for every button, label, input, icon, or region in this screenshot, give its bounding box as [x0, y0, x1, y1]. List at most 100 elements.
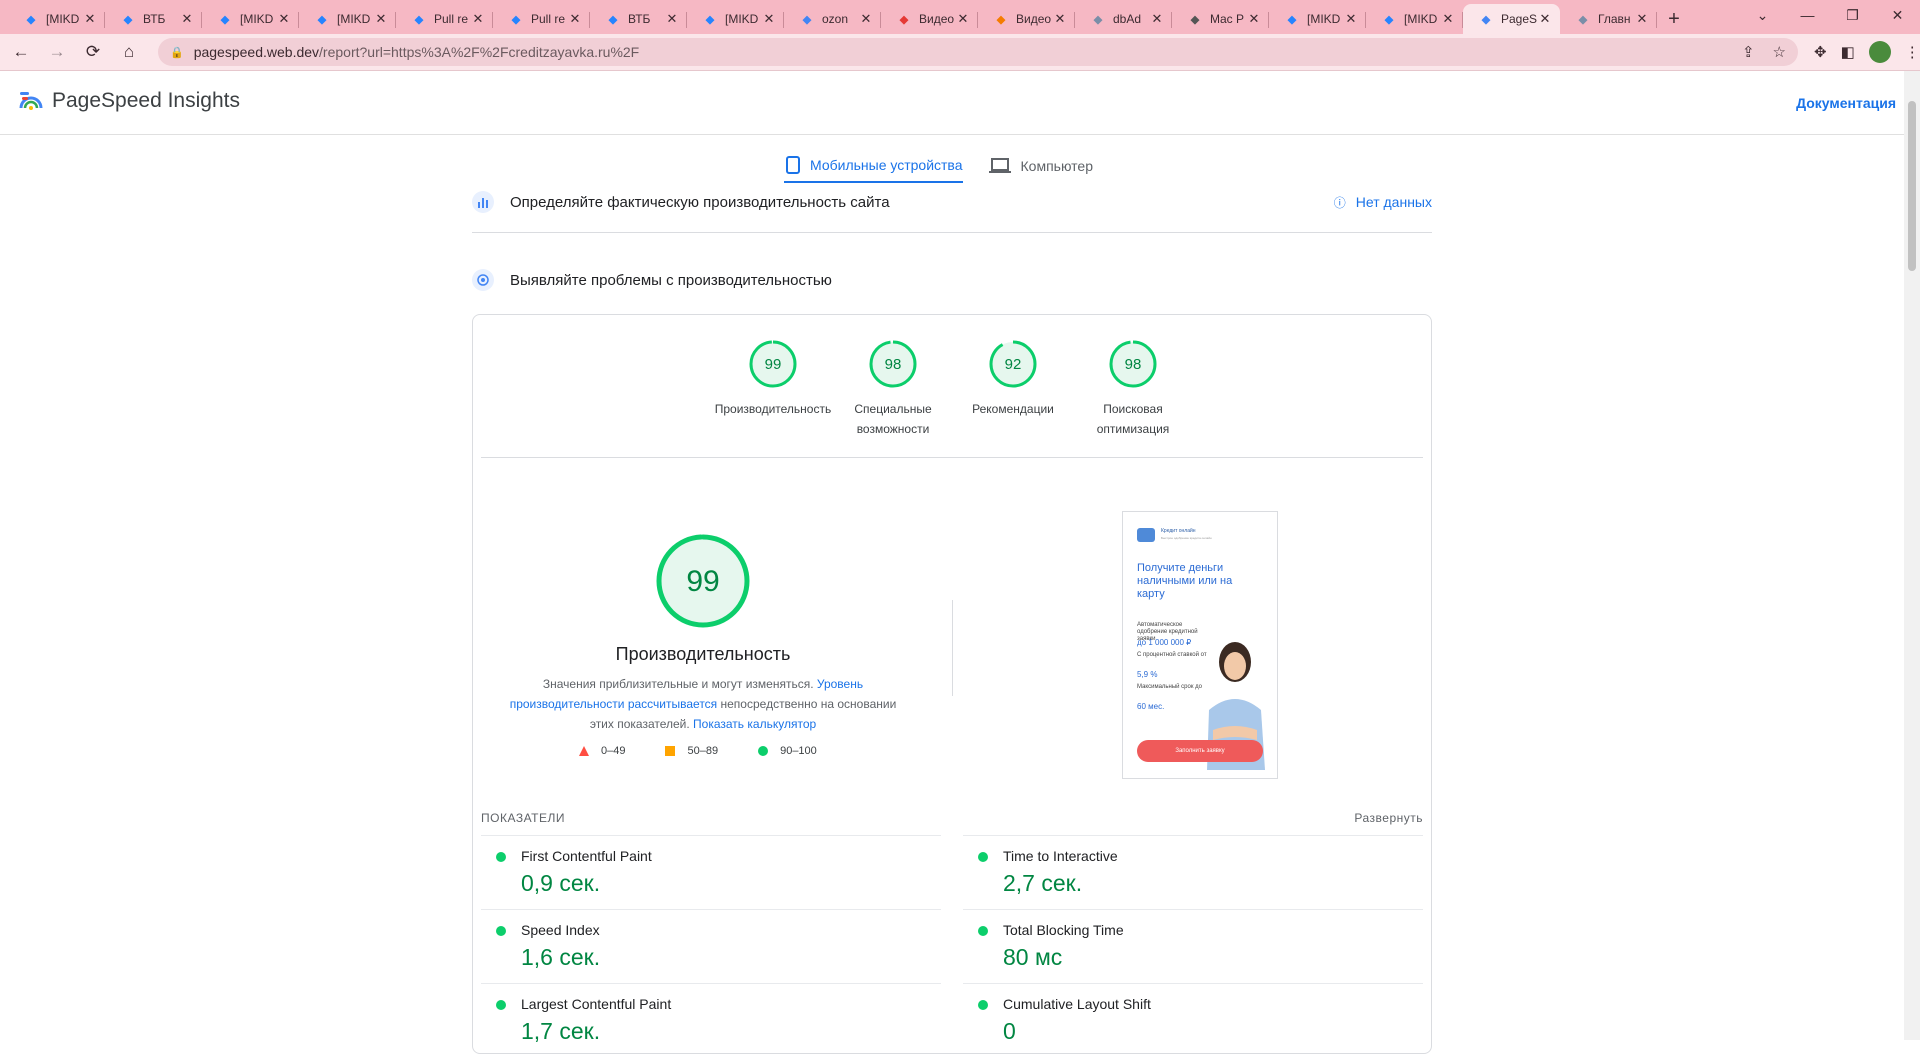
performance-title: Производительность — [615, 644, 791, 664]
tab-close-icon[interactable]: ✕ — [374, 11, 388, 27]
tab-close-icon[interactable]: ✕ — [859, 11, 873, 27]
url-path: /report?url=https%3A%2F%2Fcreditzayavka.… — [319, 44, 640, 60]
tab-mobile[interactable]: Мобильные устройства — [784, 149, 963, 183]
brand-title[interactable]: PageSpeed Insights — [52, 89, 240, 113]
scrollbar[interactable] — [1904, 71, 1920, 1040]
google-icon: ◆ — [802, 13, 812, 26]
home-button[interactable]: ⌂ — [114, 37, 144, 67]
browser-tab[interactable]: ◆ dbAd ✕ — [1075, 4, 1172, 34]
metric-row: Time to Interactive 2,7 сек. — [963, 835, 1423, 909]
tab-close-icon[interactable]: ✕ — [1247, 11, 1261, 27]
menu-kebab-icon[interactable]: ⋮ — [1905, 43, 1920, 61]
tab-close-icon[interactable]: ✕ — [665, 11, 679, 27]
site-fact-value: 60 мес. — [1137, 702, 1165, 711]
browser-tab[interactable]: ◆ [MIKD ✕ — [1269, 4, 1366, 34]
tab-close-icon[interactable]: ✕ — [1150, 11, 1164, 27]
tab-close-icon[interactable]: ✕ — [471, 11, 485, 27]
field-data-section: Определяйте фактическую производительнос… — [472, 191, 1432, 213]
browser-tab[interactable]: ◆ ozon ✕ — [784, 4, 881, 34]
device-tabs: Мобильные устройства Компьютер — [784, 149, 1093, 183]
browser-tab[interactable]: ◆ [MIKD ✕ — [299, 4, 396, 34]
tab-close-icon[interactable]: ✕ — [1441, 11, 1455, 27]
browser-tab[interactable]: ◆ Видео ✕ — [881, 4, 978, 34]
browser-tab[interactable]: ◆ ВТБ ✕ — [105, 4, 202, 34]
video-icon: ◆ — [899, 13, 909, 26]
lock-icon[interactable]: 🔒 — [170, 46, 184, 59]
tab-close-icon[interactable]: ✕ — [1344, 11, 1358, 27]
address-bar[interactable]: 🔒 pagespeed.web.dev/report?url=https%3A%… — [158, 38, 1798, 66]
browser-tab[interactable]: ◆ Pull re ✕ — [396, 4, 493, 34]
score-gauge[interactable]: 98 Специальные возможности — [833, 339, 953, 439]
tab-close-icon[interactable]: ✕ — [180, 11, 194, 27]
score-ring: 98 — [869, 340, 917, 388]
tab-title: [MIKD — [337, 12, 371, 26]
browser-tab[interactable]: ◆ Mac P ✕ — [1172, 4, 1269, 34]
metric-row: First Contentful Paint 0,9 сек. — [481, 835, 941, 909]
share-icon[interactable]: ⇪ — [1742, 43, 1755, 61]
tab-close-icon[interactable]: ✕ — [1053, 11, 1067, 27]
metric-name: Largest Contentful Paint — [521, 996, 672, 1012]
score-gauge[interactable]: 99 Производительность — [713, 339, 833, 439]
tab-close-icon[interactable]: ✕ — [956, 11, 970, 27]
window-controls: ⌄ — ❐ ✕ — [1740, 0, 1920, 30]
tab-search-icon[interactable]: ⌄ — [1740, 0, 1785, 30]
tab-close-icon[interactable]: ✕ — [1538, 11, 1552, 27]
browser-tab[interactable]: ◆ Pull re ✕ — [493, 4, 590, 34]
score-label-line: оптимизация — [1096, 422, 1170, 436]
tab-desktop[interactable]: Компьютер — [987, 149, 1093, 183]
score-gauge[interactable]: 92 Рекомендации — [953, 339, 1073, 439]
site-header: PageSpeed Insights Документация — [0, 71, 1904, 135]
divider — [472, 232, 1432, 233]
browser-tab[interactable]: ◆ [MIKD ✕ — [8, 4, 105, 34]
score-label-line: Производительность — [714, 402, 832, 416]
browser-tab[interactable]: ◆ Главн ✕ — [1560, 4, 1657, 34]
metric-value: 0,9 сек. — [521, 870, 601, 896]
site-subtitle: Быстрое одобрение кредита онлайн — [1161, 536, 1212, 540]
side-panel-icon[interactable]: ◧ — [1841, 43, 1855, 61]
tab-close-icon[interactable]: ✕ — [1635, 11, 1649, 27]
lab-data-section: Выявляйте проблемы с производительностью — [472, 269, 1432, 291]
documentation-link[interactable]: Документация — [1796, 95, 1896, 111]
calculator-link[interactable]: Показать калькулятор — [693, 717, 816, 731]
site-logo-icon — [1137, 528, 1155, 542]
scrollbar-thumb[interactable] — [1908, 101, 1916, 271]
tab-close-icon[interactable]: ✕ — [568, 11, 582, 27]
extensions-puzzle-icon[interactable]: ✥ — [1814, 43, 1827, 61]
tab-title: Видео — [1016, 12, 1052, 26]
tab-mobile-label: Мобильные устройства — [810, 157, 963, 173]
metric-value: 80 мс — [1003, 944, 1063, 970]
browser-tab[interactable]: ◆ [MIKD ✕ — [202, 4, 299, 34]
no-data-link[interactable]: ⓘ Нет данных — [1334, 194, 1432, 211]
profile-avatar[interactable] — [1868, 41, 1891, 63]
back-button[interactable]: ← — [6, 37, 36, 67]
tab-close-icon[interactable]: ✕ — [277, 11, 291, 27]
bookmark-star-icon[interactable]: ☆ — [1773, 43, 1786, 61]
tab-close-icon[interactable]: ✕ — [762, 11, 776, 27]
restore-button[interactable]: ❐ — [1830, 0, 1875, 30]
new-tab-button[interactable]: + — [1657, 4, 1691, 34]
minimize-button[interactable]: — — [1785, 0, 1830, 30]
browser-tab[interactable]: ◆ Видео ✕ — [978, 4, 1075, 34]
pass-circle-icon — [978, 852, 988, 862]
legend-average-label: 50–89 — [687, 745, 719, 757]
site-apply-button: Заполнить заявку — [1137, 740, 1263, 762]
score-gauge[interactable]: 98 Поисковая оптимизация — [1073, 339, 1193, 439]
metric-value: 1,6 сек. — [521, 944, 601, 970]
pass-circle-icon — [978, 1000, 988, 1010]
forward-button[interactable]: → — [42, 37, 72, 67]
metric-row: Total Blocking Time 80 мс — [963, 909, 1423, 983]
note-text: Значения приблизительные и могут изменят… — [542, 677, 817, 691]
browser-tab[interactable]: ◆ ВТБ ✕ — [590, 4, 687, 34]
browser-tab[interactable]: ◆ [MIKD ✕ — [1366, 4, 1463, 34]
browser-tab[interactable]: ◆ [MIKD ✕ — [687, 4, 784, 34]
score-gauges: 99 Производительность 98 Специальные возможн… — [713, 339, 1193, 439]
score-label: Поисковая оптимизация — [1097, 399, 1170, 439]
jira-icon: ◆ — [26, 13, 36, 26]
expand-toggle[interactable]: Развернуть — [1354, 811, 1423, 825]
tab-title: Главн — [1598, 12, 1631, 26]
reload-button[interactable]: ⟳ — [78, 37, 108, 67]
close-window-button[interactable]: ✕ — [1875, 0, 1920, 30]
browser-tab[interactable]: ◆ PageS ✕ — [1463, 4, 1560, 34]
score-label-line: Специальные — [854, 402, 932, 416]
tab-close-icon[interactable]: ✕ — [83, 11, 97, 27]
